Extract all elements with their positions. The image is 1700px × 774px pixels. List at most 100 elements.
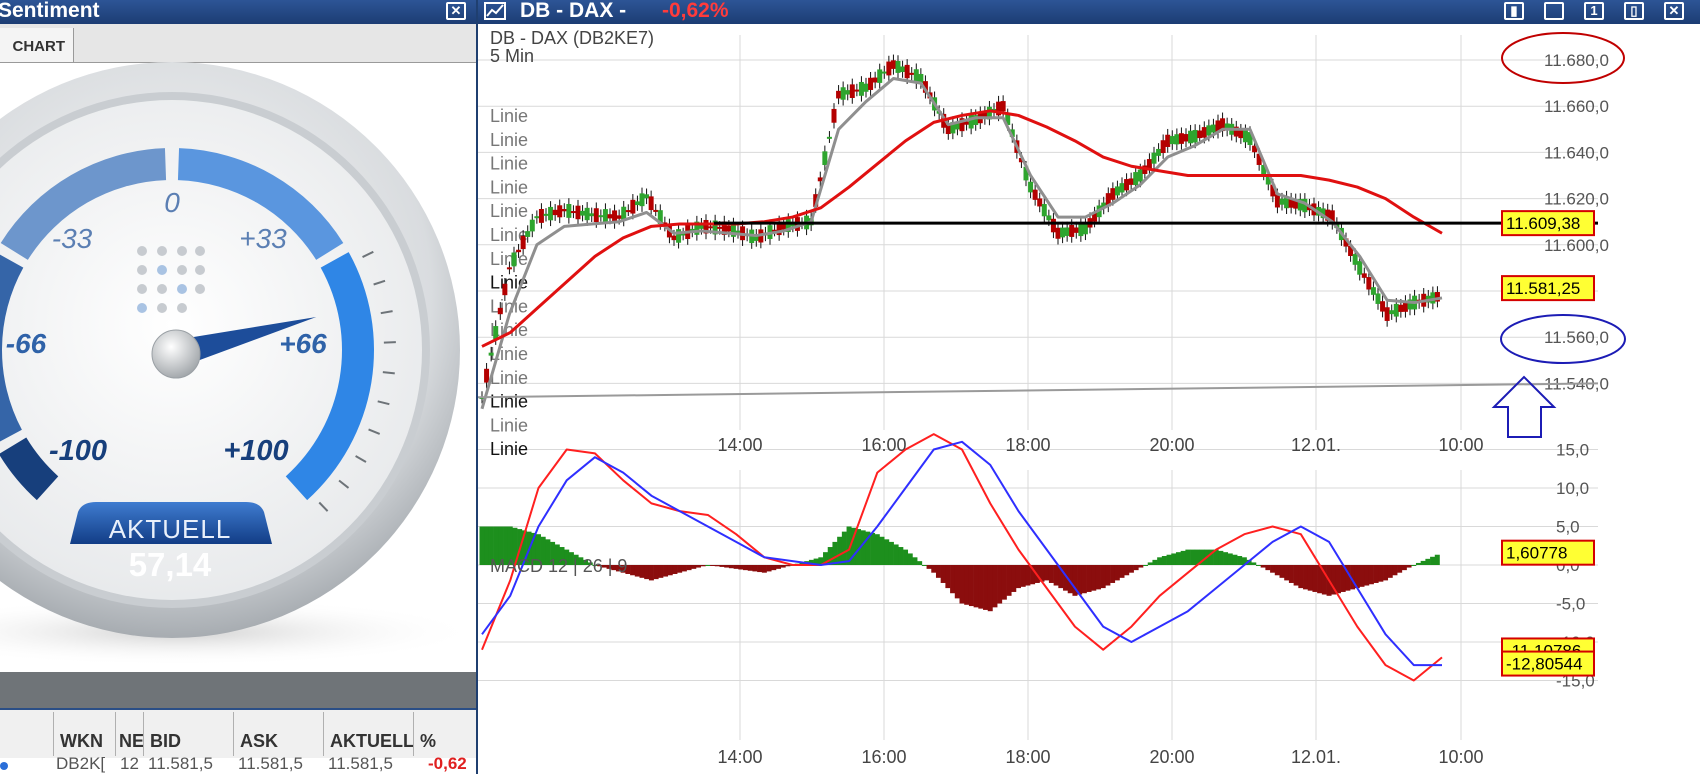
- histogram-bar-down: [775, 565, 781, 569]
- candle-down: [1380, 301, 1386, 312]
- gauge-label-minus-33: -33: [52, 223, 93, 254]
- price-axis-tick-label: 11.640,0: [1544, 143, 1609, 162]
- histogram-bar-down: [644, 565, 650, 580]
- candle-down: [1050, 218, 1056, 233]
- candle-up: [968, 114, 974, 129]
- chart-panel: DB - DAX - -0,62% ▮ 1 ▯ ✕ 11.680,0 11.660…: [478, 0, 1700, 774]
- candle-down: [1274, 194, 1280, 208]
- histogram-bar-down: [1128, 565, 1134, 573]
- histogram-bar-up: [479, 526, 485, 565]
- signal-line: [481, 440, 1442, 667]
- candle-up: [525, 231, 531, 237]
- histogram-bar-down: [1133, 565, 1139, 571]
- table-header-aktuell[interactable]: AKTUELL: [324, 712, 414, 756]
- candle-down: [1201, 127, 1207, 138]
- gauge-label-minus-66: -66: [6, 328, 47, 359]
- candle-up: [1114, 186, 1120, 196]
- histogram-bar-down: [771, 565, 777, 571]
- table-cell-ask: 11.581,5: [238, 754, 303, 773]
- tab-strip: CHART: [0, 24, 476, 63]
- candle-up: [548, 206, 554, 221]
- panel-separator: [0, 672, 476, 708]
- histogram-bar-down: [743, 565, 749, 571]
- table-header-ask[interactable]: ASK: [234, 712, 324, 756]
- table-row[interactable]: DB2K[ 12 11.581,5 11.581,5 11.581,5 -0,6…: [0, 754, 476, 774]
- window-icon[interactable]: ▮: [1504, 2, 1524, 20]
- candle-down: [607, 214, 613, 219]
- row-status-dot-icon: [0, 762, 8, 770]
- candle-up: [1352, 254, 1358, 265]
- candle-down: [1032, 189, 1038, 200]
- histogram-bar-down: [728, 565, 734, 569]
- close-icon[interactable]: ✕: [1664, 2, 1684, 20]
- histogram-bar-up: [1190, 549, 1196, 565]
- candle-up: [1192, 129, 1198, 143]
- chart-titlebar: DB - DAX - -0,62% ▮ 1 ▯ ✕: [478, 0, 1700, 24]
- histogram-bar-down: [1020, 565, 1026, 587]
- signal-line-badge: -12,80544: [1506, 655, 1583, 674]
- restore-icon[interactable]: [1544, 2, 1564, 20]
- histogram-bar-down: [724, 565, 730, 568]
- histogram-bar-down: [978, 565, 984, 609]
- candle-down: [1165, 134, 1171, 147]
- histogram-bar-down: [686, 565, 692, 571]
- histogram-bar-down: [997, 565, 1003, 604]
- candle-up: [580, 210, 586, 216]
- time-axis-tick-label: 12.01.: [1291, 435, 1341, 455]
- tab-chart[interactable]: CHART: [0, 28, 74, 62]
- histogram-bar-down: [950, 565, 956, 594]
- histogram-bar-down: [1303, 565, 1309, 590]
- histogram-bar-down: [1274, 565, 1280, 576]
- candle-down: [616, 215, 622, 219]
- candle-down: [872, 77, 878, 83]
- price-chart[interactable]: 11.680,0 11.660,0 11.640,0 11.620,0 11.600,0…: [478, 24, 1700, 774]
- histogram-bar-down: [714, 565, 720, 567]
- copy-icon[interactable]: ▯: [1624, 2, 1644, 20]
- candle-down: [831, 108, 837, 123]
- candle-up: [895, 60, 901, 73]
- candle-up: [639, 193, 645, 207]
- price-axis-tick-label: 11.560,0: [1544, 328, 1609, 347]
- histogram-bar-down: [983, 565, 989, 610]
- candle-up: [493, 326, 499, 340]
- new-window-icon[interactable]: 1: [1584, 2, 1604, 20]
- candle-up: [900, 66, 906, 72]
- histogram-bar-up: [1255, 565, 1261, 566]
- histogram-bar-down: [1260, 565, 1266, 568]
- histogram-bar-down: [634, 565, 640, 577]
- candle-up: [1119, 183, 1125, 193]
- candle-down: [836, 90, 842, 99]
- time-axis-tick-label: 16:00: [861, 747, 906, 767]
- gauge-label-plus-100: +100: [223, 435, 288, 467]
- histogram-bar-down: [672, 565, 678, 574]
- candle-up: [877, 69, 883, 83]
- histogram-bar-up: [879, 536, 885, 565]
- histogram-bar-down: [1392, 565, 1398, 576]
- candle-up: [1046, 215, 1052, 221]
- histogram-bar-down: [1114, 565, 1120, 581]
- histogram-bar-down: [1091, 565, 1097, 591]
- candle-up: [1137, 169, 1143, 182]
- table-header-wkn[interactable]: WKN: [54, 712, 116, 756]
- candle-up: [589, 213, 595, 217]
- candle-down: [516, 249, 522, 253]
- table-header-bid[interactable]: BID: [144, 712, 234, 756]
- moving-average-slow: [481, 109, 1443, 348]
- histogram-bar-up: [874, 534, 880, 565]
- gauge-label-plus-66: +66: [279, 328, 327, 359]
- close-icon[interactable]: ✕: [446, 2, 466, 20]
- candle-down: [1238, 129, 1244, 139]
- candle-down: [1197, 130, 1203, 139]
- table-header-percent[interactable]: %: [414, 712, 476, 756]
- table-header-ne[interactable]: NE: [116, 712, 144, 756]
- table-cell-wkn: DB2K[: [56, 754, 106, 773]
- histogram-bar-down: [663, 565, 669, 577]
- histogram-bar-up: [1161, 556, 1167, 565]
- candle-up: [1078, 222, 1084, 237]
- table-cell-ne: 12: [120, 754, 139, 773]
- candle-up: [566, 203, 572, 218]
- histogram-bar-up: [893, 544, 899, 565]
- histogram-bar-down: [1124, 565, 1130, 576]
- histogram-bar-down: [691, 565, 697, 569]
- gauge-tick: [382, 371, 395, 375]
